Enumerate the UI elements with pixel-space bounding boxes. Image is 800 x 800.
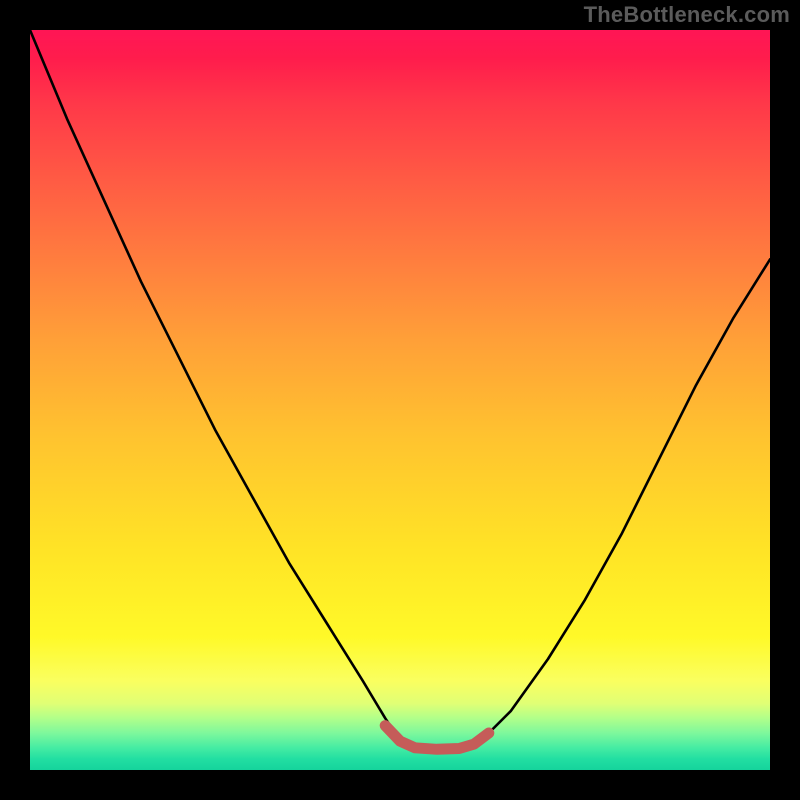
valley-highlight [385, 726, 489, 750]
watermark-label: TheBottleneck.com [584, 2, 790, 28]
main-curve [30, 30, 770, 749]
chart-frame: TheBottleneck.com [0, 0, 800, 800]
curve-layer [30, 30, 770, 770]
plot-area [30, 30, 770, 770]
